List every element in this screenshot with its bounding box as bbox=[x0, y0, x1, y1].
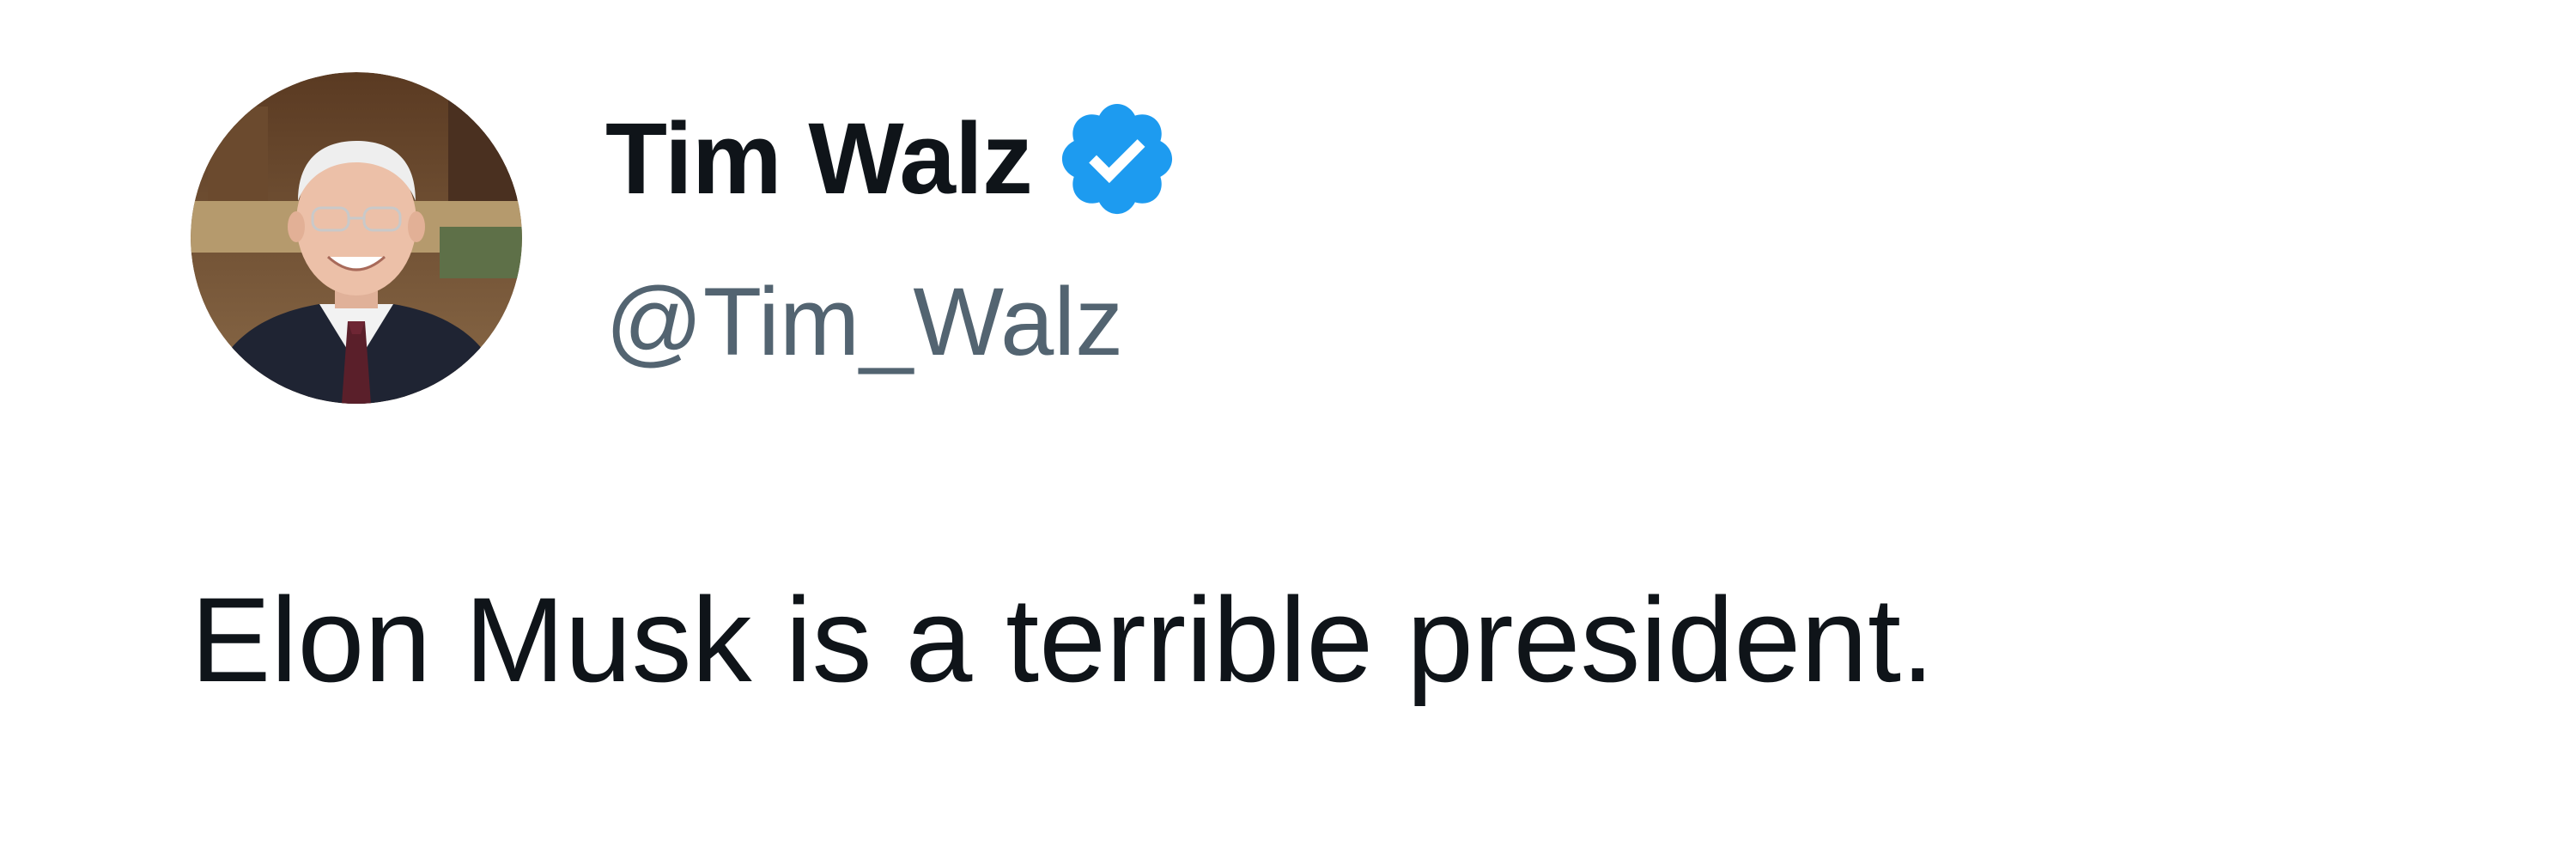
tweet-text: Elon Musk is a terrible president. bbox=[191, 572, 1935, 707]
verified-badge-icon[interactable] bbox=[1053, 94, 1182, 223]
author-handle[interactable]: @Tim_Walz bbox=[605, 258, 1123, 387]
tweet-card: Tim Walz @Tim_Walz Elon Musk is a terrib… bbox=[0, 0, 2576, 859]
profile-photo-icon bbox=[191, 72, 522, 404]
author-display-name[interactable]: Tim Walz bbox=[605, 94, 1033, 223]
author-name-row: Tim Walz bbox=[605, 94, 1182, 223]
avatar[interactable] bbox=[191, 72, 522, 404]
